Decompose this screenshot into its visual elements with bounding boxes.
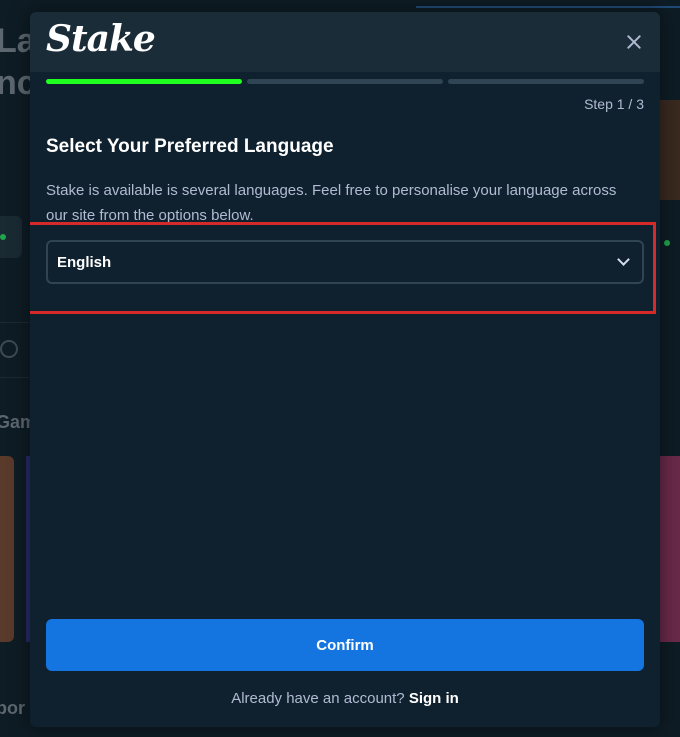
step-progress-bar: [46, 79, 644, 84]
language-select[interactable]: English: [46, 240, 644, 284]
background-banner: [660, 100, 680, 200]
stake-logo: Stake: [46, 18, 156, 60]
search-icon: [0, 340, 18, 358]
progress-segment-2: [247, 79, 443, 84]
progress-segment-3: [448, 79, 644, 84]
confirm-button[interactable]: Confirm: [46, 619, 644, 671]
background-status-dot: [0, 234, 6, 240]
signin-prompt: Already have an account?: [231, 690, 409, 707]
close-icon[interactable]: [624, 32, 644, 52]
language-modal: Stake Step 1 / 3 Select Your Preferred L…: [30, 12, 660, 727]
language-select-value: English: [57, 254, 112, 271]
background-bottom-title: por: [0, 698, 25, 718]
background-accent-line: [416, 6, 680, 8]
background-game-card: [660, 456, 680, 642]
chevron-down-icon: [617, 253, 630, 266]
modal-description: Stake is available is several languages.…: [46, 182, 617, 224]
background-status-dot: [664, 240, 670, 246]
step-indicator: Step 1 / 3: [584, 96, 644, 112]
modal-header: Stake: [30, 12, 660, 72]
progress-segment-1: [46, 79, 242, 84]
signin-row: Already have an account? Sign in: [30, 690, 660, 707]
signin-link[interactable]: Sign in: [409, 690, 459, 707]
modal-heading: Select Your Preferred Language: [46, 136, 334, 157]
background-game-card: [0, 456, 14, 642]
